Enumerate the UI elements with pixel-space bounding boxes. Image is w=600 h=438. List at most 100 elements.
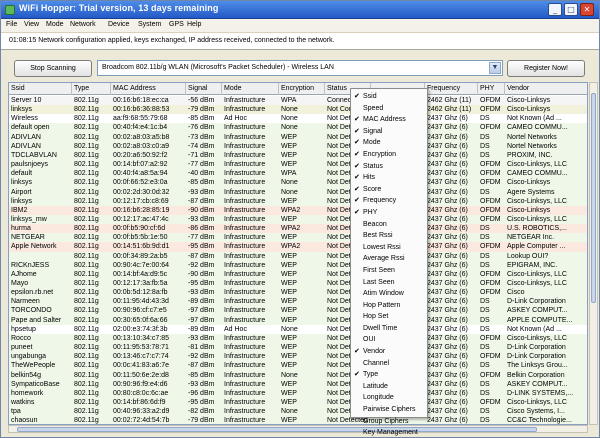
column-option-dwell-time[interactable]: Dwell Time [351,323,427,335]
table-row[interactable]: chaosun 802.11g 00:02:72:4d:54:7b -79 dBm In… [9,416,587,425]
column-option-speed[interactable]: Speed [351,103,427,115]
column-option-hop-set[interactable]: Hop Set [351,311,427,323]
column-option-hits[interactable]: ✔ Hits [351,172,427,184]
menu-item-label: Atim Window [363,290,404,298]
menu-item-label: PHY [363,208,378,216]
close-button[interactable]: ✕ [580,3,594,16]
column-option-mac-address[interactable]: ✔ MAC Address [351,114,427,126]
menu-item-label: First Seen [363,266,395,274]
column-vendor[interactable]: Vendor [505,83,587,95]
check-icon: ✔ [354,126,360,135]
maximize-button[interactable]: □ [564,3,578,16]
column-encryption[interactable]: Encryption [279,83,325,95]
check-icon: ✔ [354,149,360,158]
cell-encryption: WEP [281,417,297,425]
menu-item-label: Status [363,162,383,170]
column-option-latitude[interactable]: Latitude [351,381,427,393]
vertical-scrollbar[interactable] [589,82,598,425]
menu-network[interactable]: Network [70,21,96,28]
column-mac-address[interactable]: MAC Address [111,83,186,95]
check-icon: ✔ [354,115,360,124]
menu-system[interactable]: System [138,21,161,28]
column-option-phy[interactable]: ✔ PHY [351,207,427,219]
window-title: WiFi Hopper: Trial version, 13 days rema… [19,3,219,13]
column-option-beacon[interactable]: Beacon [351,219,427,231]
menu-device[interactable]: Device [108,21,129,28]
table-header: Ssid Type MAC Address Signal Mode Encryp… [9,83,587,95]
menu-item-label: Channel [363,359,390,367]
menu-item-label: Vendor [363,348,386,356]
column-option-group-ciphers[interactable]: Group Ciphers [351,416,427,428]
column-option-frequency[interactable]: ✔ Frequency [351,195,427,207]
network-table: Ssid Type MAC Address Signal Mode Encryp… [8,82,588,425]
cell-mac: 00:02:72:4d:54:7b [113,417,170,425]
cell-vendor: CC&C Technologie... [507,417,572,425]
horizontal-scrollbar[interactable] [8,425,588,433]
column-ssid[interactable]: Ssid [9,83,72,95]
column-option-longitude[interactable]: Longitude [351,392,427,404]
stop-scanning-button[interactable]: Stop Scanning [14,60,92,77]
column-type[interactable]: Type [72,83,111,95]
column-option-pairwise-ciphers[interactable]: Pairwise Ciphers [351,404,427,416]
column-option-key-management[interactable]: Key Management [351,427,427,437]
check-icon: ✔ [354,207,360,216]
column-option-atim-window[interactable]: Atim Window [351,288,427,300]
column-phy[interactable]: PHY [478,83,505,95]
minimize-button[interactable]: _ [548,3,562,16]
column-option-oui[interactable]: OUI [351,334,427,346]
column-option-hop-pattern[interactable]: Hop Pattern [351,300,427,312]
menu-item-label: Lowest Rssi [363,243,401,251]
column-option-vendor[interactable]: ✔ Vendor [351,346,427,358]
chevron-down-icon[interactable]: ▼ [489,62,501,74]
check-icon: ✔ [354,138,360,147]
horizontal-scroll-thumb[interactable] [17,427,537,432]
title-bar[interactable]: WiFi Hopper: Trial version, 13 days rema… [1,1,599,19]
check-icon: ✔ [354,184,360,193]
column-signal[interactable]: Signal [186,83,222,95]
column-option-ssid[interactable]: ✔ Ssid [351,91,427,103]
menu-item-label: OUI [363,336,376,344]
column-option-score[interactable]: ✔ Score [351,184,427,196]
column-frequency[interactable]: Frequency [425,83,478,95]
column-option-best-rssi[interactable]: Best Rssi [351,230,427,242]
menu-item-label: Pairwise Ciphers [363,406,416,414]
menu-item-label: Hop Pattern [363,301,401,309]
vertical-scroll-thumb[interactable] [591,93,596,303]
menu-mode[interactable]: Mode [46,21,64,28]
column-option-first-seen[interactable]: First Seen [351,265,427,277]
column-option-channel[interactable]: Channel [351,358,427,370]
menu-item-label: Signal [363,127,383,135]
column-option-average-rssi[interactable]: Average Rssi [351,253,427,265]
cell-frequency: 2437 Ghz (6) [427,417,468,425]
menu-item-label: Latitude [363,382,388,390]
cell-signal: -79 dBm [188,417,215,425]
column-option-status[interactable]: ✔ Status [351,161,427,173]
cell-phy: DS [480,417,490,425]
column-option-mode[interactable]: ✔ Mode [351,137,427,149]
column-mode[interactable]: Mode [222,83,279,95]
column-option-signal[interactable]: ✔ Signal [351,126,427,138]
menu-help[interactable]: Help [187,21,201,28]
column-option-last-seen[interactable]: Last Seen [351,277,427,289]
menu-item-label: Average Rssi [363,255,405,263]
menu-file[interactable]: File [6,21,17,28]
column-option-type[interactable]: ✔ Type [351,369,427,381]
check-icon: ✔ [354,196,360,205]
check-icon: ✔ [354,92,360,100]
menu-item-label: Type [363,371,379,379]
column-option-lowest-rssi[interactable]: Lowest Rssi [351,242,427,254]
column-option-encryption[interactable]: ✔ Encryption [351,149,427,161]
menu-item-label: Ssid [363,93,377,100]
menu-item-label: Mode [363,139,381,147]
check-icon: ✔ [354,173,360,182]
menu-item-label: Longitude [363,394,394,402]
menu-view[interactable]: View [24,21,39,28]
adapter-dropdown[interactable]: Broadcom 802.11b/g WLAN (Microsoft's Pac… [97,60,503,76]
menu-item-label: Frequency [363,197,397,205]
cell-ssid: chaosun [11,417,38,425]
menu-gps[interactable]: GPS [169,21,184,28]
check-icon: ✔ [354,370,360,379]
register-now-button[interactable]: Register Now! [507,60,585,77]
menu-item-label: Encryption [363,150,397,158]
adapter-selected-value: Broadcom 802.11b/g WLAN (Microsoft's Pac… [102,64,334,71]
